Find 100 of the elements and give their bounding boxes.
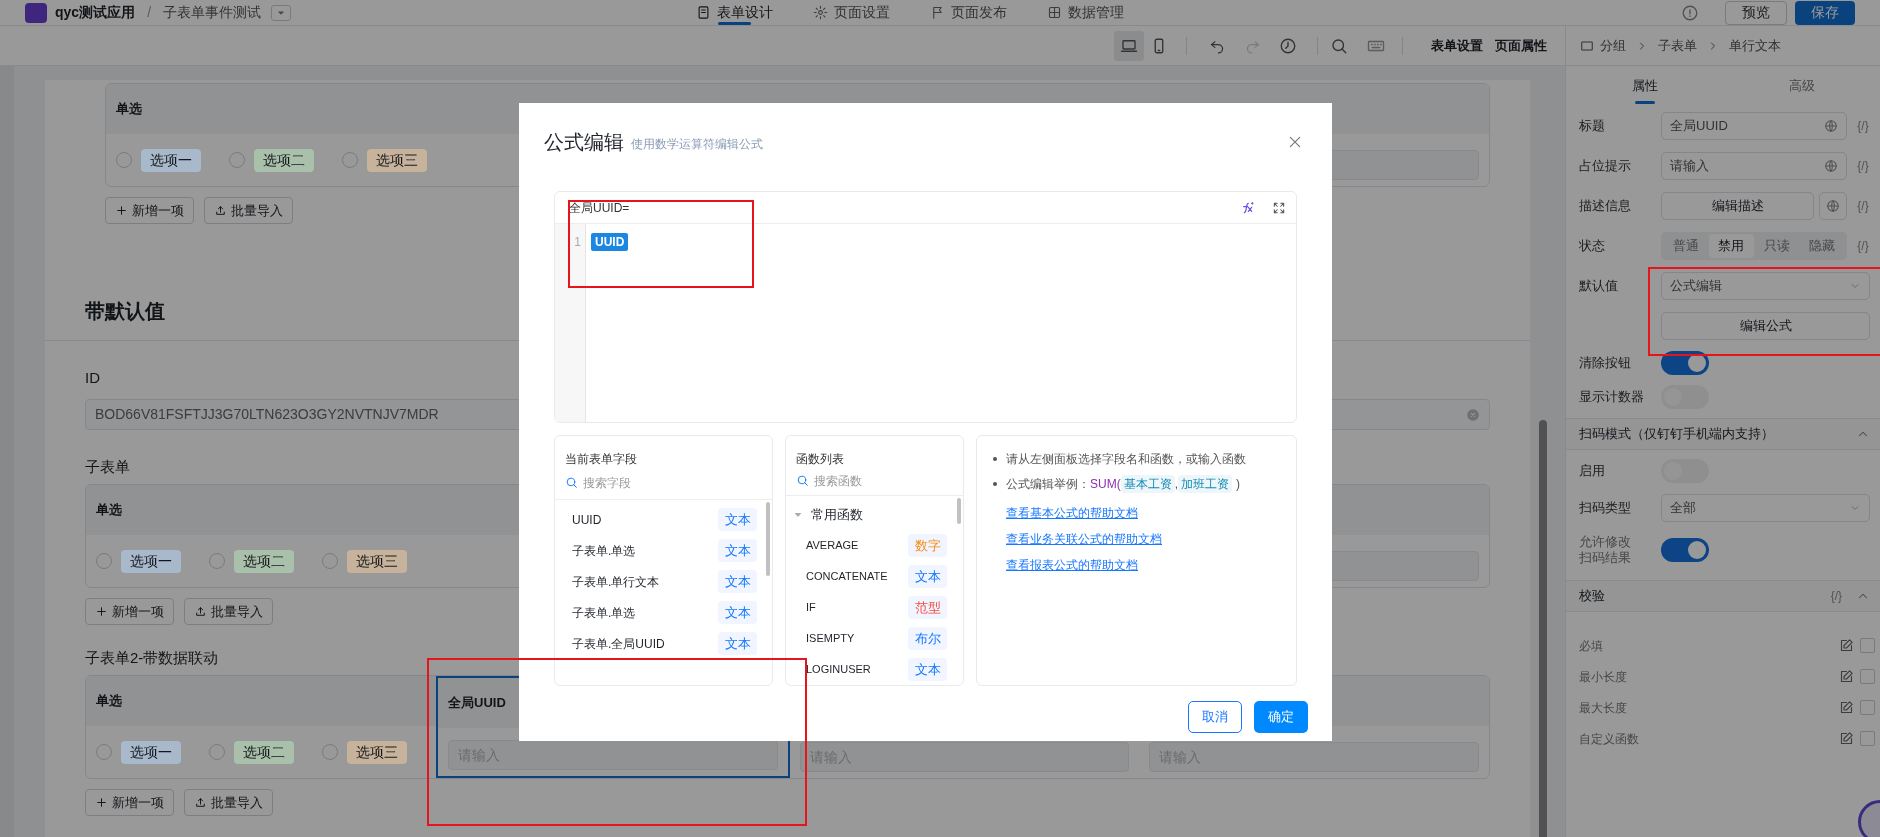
checkbox[interactable] bbox=[1860, 731, 1875, 746]
field-item[interactable]: 子表单.全局UUID 文本 bbox=[555, 628, 766, 659]
line-number: 1 bbox=[574, 234, 581, 251]
radio-button[interactable] bbox=[96, 744, 112, 760]
variable-toggle[interactable]: {/} bbox=[1851, 237, 1875, 255]
confirm-button[interactable]: 确定 bbox=[1254, 701, 1308, 733]
formula-editor[interactable]: 全局UUID= 1 UUID bbox=[554, 191, 1297, 423]
function-item[interactable]: IF 范型 bbox=[786, 592, 957, 623]
add-item-button[interactable]: 新增一项 bbox=[105, 197, 194, 224]
select-field[interactable]: 全部 bbox=[1661, 494, 1870, 522]
help-link[interactable]: 查看报表公式的帮助文档 bbox=[1006, 552, 1138, 578]
breadcrumb-item[interactable]: 子表单 bbox=[1658, 35, 1697, 56]
save-button[interactable]: 保存 bbox=[1795, 0, 1855, 25]
type-tag: 文本 bbox=[718, 539, 757, 562]
header-tab[interactable]: 页面发布 bbox=[930, 0, 1007, 25]
upload-icon bbox=[194, 605, 207, 618]
preview-button[interactable]: 预览 bbox=[1725, 0, 1787, 25]
panel-tab[interactable]: 高级 bbox=[1723, 66, 1880, 106]
property-label: 扫码结果 bbox=[1579, 550, 1632, 566]
variable-toggle[interactable]: {/} bbox=[1830, 587, 1842, 605]
subtable-label: 子表单 bbox=[85, 457, 130, 477]
toolbar-link[interactable]: 页面属性 bbox=[1495, 35, 1547, 56]
edit-formula-button[interactable]: 编辑公式 bbox=[1661, 312, 1870, 340]
radio-button[interactable] bbox=[342, 152, 358, 168]
toolbar-link[interactable]: 表单设置 bbox=[1431, 35, 1483, 56]
segment-option[interactable]: 只读 bbox=[1754, 234, 1800, 258]
import-button[interactable]: 批量导入 bbox=[204, 197, 293, 224]
function-item[interactable]: ISEMPTY 布尔 bbox=[786, 623, 957, 654]
checkbox[interactable] bbox=[1860, 638, 1875, 653]
search-field[interactable]: 搜索字段 bbox=[555, 466, 772, 500]
dialog-subtitle: 使用数学运算符编辑公式 bbox=[631, 136, 763, 153]
paren-text: ) bbox=[1236, 476, 1240, 493]
header-tab[interactable]: 数据管理 bbox=[1047, 0, 1124, 25]
property-label: 默认值 bbox=[1579, 277, 1619, 296]
clear-icon[interactable] bbox=[1466, 407, 1480, 422]
select-field[interactable]: 公式编辑 bbox=[1661, 272, 1870, 300]
breadcrumb-item[interactable]: 单行文本 bbox=[1729, 35, 1781, 56]
add-item-button[interactable]: 新增一项 bbox=[85, 789, 174, 816]
function-item[interactable]: LOGINUSER 文本 bbox=[786, 654, 957, 685]
radio-button[interactable] bbox=[322, 744, 338, 760]
laptop-button[interactable] bbox=[1114, 30, 1144, 61]
field-item[interactable]: 子表单.单行文本 文本 bbox=[555, 566, 766, 597]
variable-toggle[interactable]: {/} bbox=[1851, 157, 1875, 175]
field-chip: 基本工资 bbox=[1120, 475, 1175, 493]
scrollbar[interactable] bbox=[957, 498, 961, 524]
field-item[interactable]: UUID 文本 bbox=[555, 504, 766, 535]
add-item-button[interactable]: 新增一项 bbox=[85, 598, 174, 625]
field-label: ID bbox=[85, 368, 100, 388]
type-tag: 文本 bbox=[908, 658, 947, 681]
close-icon[interactable] bbox=[1287, 134, 1303, 150]
segment-option[interactable]: 隐藏 bbox=[1799, 234, 1845, 258]
radio-button[interactable] bbox=[322, 553, 338, 569]
text-field[interactable]: 全局UUID bbox=[1661, 112, 1847, 140]
variable-toggle[interactable]: {/} bbox=[1851, 197, 1875, 215]
help-link[interactable]: 查看业务关联公式的帮助文档 bbox=[1006, 526, 1162, 552]
text-field[interactable]: 请输入 bbox=[1661, 152, 1847, 180]
toggle-switch[interactable] bbox=[1661, 538, 1709, 562]
expand-icon[interactable] bbox=[1272, 200, 1286, 215]
function-item[interactable]: AVERAGE 数字 bbox=[786, 530, 957, 561]
dropdown-caret-icon[interactable] bbox=[271, 4, 291, 21]
field-item[interactable]: 子表单.单选 文本 bbox=[555, 535, 766, 566]
type-tag: 数字 bbox=[908, 534, 947, 557]
section-heading: 带默认值 bbox=[85, 300, 165, 322]
toggle-switch[interactable] bbox=[1661, 351, 1709, 375]
checkbox[interactable] bbox=[1860, 700, 1875, 715]
segment-option[interactable]: 禁用 bbox=[1708, 234, 1754, 258]
property-label: 自定义函数 bbox=[1579, 730, 1640, 748]
panel-tab[interactable]: 属性 bbox=[1566, 66, 1723, 106]
field-item[interactable]: 子表单.单选 文本 bbox=[555, 597, 766, 628]
scrollbar[interactable] bbox=[766, 502, 770, 576]
function-group[interactable]: 常用函数 bbox=[786, 500, 957, 530]
function-item[interactable]: CONCATENATE 文本 bbox=[786, 561, 957, 592]
radio-button[interactable] bbox=[229, 152, 245, 168]
breadcrumb-item[interactable]: 分组 bbox=[1600, 35, 1626, 56]
translate-button[interactable] bbox=[1819, 192, 1847, 220]
help-link[interactable]: 查看基本公式的帮助文档 bbox=[1006, 500, 1138, 526]
checkbox[interactable] bbox=[1860, 669, 1875, 684]
type-tag: 文本 bbox=[718, 508, 757, 531]
radio-button[interactable] bbox=[209, 744, 225, 760]
page-name: 子表单事件测试 bbox=[163, 3, 261, 22]
section-title: 扫码模式（仅钉钉手机端内支持） bbox=[1579, 425, 1775, 444]
variable-toggle[interactable]: {/} bbox=[1851, 117, 1875, 135]
segment-option[interactable]: 普通 bbox=[1663, 234, 1709, 258]
option-tag: 选项一 bbox=[141, 148, 201, 172]
header-tab[interactable]: 页面设置 bbox=[813, 0, 890, 25]
import-button[interactable]: 批量导入 bbox=[184, 789, 273, 816]
cancel-button[interactable]: 取消 bbox=[1188, 701, 1242, 733]
clock-icon[interactable] bbox=[1279, 36, 1297, 55]
radio-button[interactable] bbox=[96, 553, 112, 569]
header-tab[interactable]: 表单设计 bbox=[696, 0, 773, 25]
import-button[interactable]: 批量导入 bbox=[184, 598, 273, 625]
radio-button[interactable] bbox=[116, 152, 132, 168]
edit-description-button[interactable]: 编辑描述 bbox=[1661, 192, 1814, 220]
property-label: 最大长度 bbox=[1579, 699, 1628, 717]
radio-button[interactable] bbox=[209, 553, 225, 569]
field-token: UUID bbox=[591, 233, 629, 251]
column-header: 单选 bbox=[86, 676, 436, 726]
scrollbar[interactable] bbox=[1539, 420, 1547, 837]
search-field[interactable]: 搜索函数 bbox=[786, 466, 963, 496]
edit-icon bbox=[1839, 638, 1854, 653]
